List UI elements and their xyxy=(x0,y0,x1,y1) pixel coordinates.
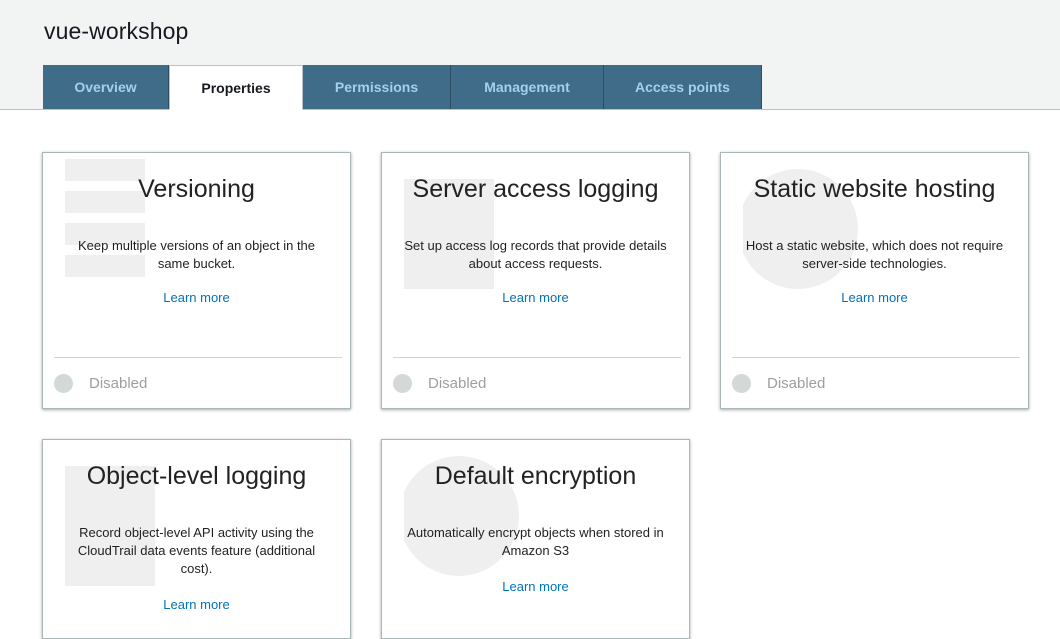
status-dot-icon xyxy=(54,374,73,393)
tab-access-points[interactable]: Access points xyxy=(604,65,762,109)
tab-properties[interactable]: Properties xyxy=(169,65,303,110)
card-title: Default encryption xyxy=(434,462,637,490)
learn-more-link[interactable]: Learn more xyxy=(43,290,350,305)
static-website-hosting-card[interactable]: Static website hosting Host a static web… xyxy=(720,152,1029,409)
tab-bar: Overview Properties Permissions Manageme… xyxy=(43,65,762,110)
card-title: Server access logging xyxy=(412,175,659,203)
status-indicator: Disabled xyxy=(732,374,825,393)
card-title: Versioning xyxy=(138,175,255,203)
status-label: Disabled xyxy=(428,375,487,392)
tab-permissions[interactable]: Permissions xyxy=(303,65,451,109)
card-description: Automatically encrypt objects when store… xyxy=(407,525,664,558)
card-divider xyxy=(732,357,1020,358)
status-dot-icon xyxy=(393,374,412,393)
tab-overview[interactable]: Overview xyxy=(43,65,169,109)
versioning-card[interactable]: Versioning Keep multiple versions of an … xyxy=(42,152,351,409)
card-divider xyxy=(54,357,342,358)
card-description: Keep multiple versions of an object in t… xyxy=(77,238,316,271)
object-level-logging-card[interactable]: Object-level logging Record object-level… xyxy=(42,439,351,639)
bucket-name: vue-workshop xyxy=(44,18,189,44)
default-encryption-card[interactable]: Default encryption Automatically encrypt… xyxy=(381,439,690,639)
bucket-header: vue-workshop Overview Properties Permiss… xyxy=(0,0,1060,110)
learn-more-link[interactable]: Learn more xyxy=(721,290,1028,305)
card-title: Object-level logging xyxy=(86,462,307,490)
card-description: Record object-level API activity using t… xyxy=(77,525,316,576)
learn-more-link[interactable]: Learn more xyxy=(382,579,689,594)
learn-more-link[interactable]: Learn more xyxy=(382,290,689,305)
learn-more-link[interactable]: Learn more xyxy=(43,597,350,612)
tab-management[interactable]: Management xyxy=(451,65,604,109)
card-description: Set up access log records that provide d… xyxy=(404,238,667,271)
status-indicator: Disabled xyxy=(393,374,486,393)
status-dot-icon xyxy=(732,374,751,393)
status-label: Disabled xyxy=(767,375,826,392)
card-title: Static website hosting xyxy=(753,175,996,203)
card-divider xyxy=(393,357,681,358)
server-access-logging-card[interactable]: Server access logging Set up access log … xyxy=(381,152,690,409)
status-indicator: Disabled xyxy=(54,374,147,393)
status-label: Disabled xyxy=(89,375,148,392)
card-description: Host a static website, which does not re… xyxy=(745,238,1004,271)
